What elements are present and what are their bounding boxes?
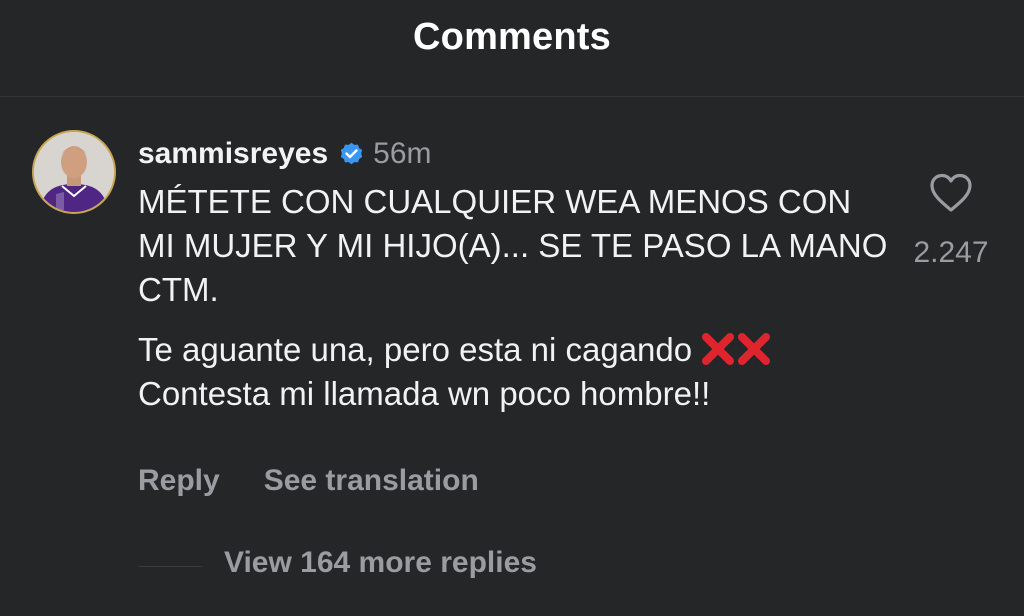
- comment-text: MÉTETE CON CUALQUIER WEA MENOS CON MI MU…: [138, 180, 888, 416]
- comments-header: Comments: [0, 0, 1024, 96]
- comment-timestamp: 56m: [373, 137, 432, 170]
- reply-button[interactable]: Reply: [138, 464, 220, 498]
- comment-text-part-b: Contesta mi llamada wn poco hombre!!: [138, 375, 711, 412]
- heart-outline-icon[interactable]: [928, 172, 974, 214]
- avatar[interactable]: [32, 130, 116, 214]
- cross-mark-icon: [701, 332, 735, 366]
- see-translation-button[interactable]: See translation: [264, 464, 479, 498]
- comment-paragraph-2: Te aguante una, pero esta ni cagando Con…: [138, 328, 888, 416]
- comments-screen: Comments sammisreyes 56m MÉTETE CON CUAL…: [0, 0, 1024, 616]
- like-count: 2.247: [913, 236, 989, 269]
- verified-badge-icon: [338, 141, 365, 168]
- username-link[interactable]: sammisreyes: [138, 137, 328, 171]
- cross-mark-icon: [737, 332, 771, 366]
- replies-divider-line: [138, 566, 202, 567]
- comment-actions: Reply See translation: [138, 464, 523, 498]
- comment-header: sammisreyes 56m: [138, 134, 432, 174]
- comment-paragraph-1: MÉTETE CON CUALQUIER WEA MENOS CON MI MU…: [138, 183, 888, 308]
- comment-text-part-a: Te aguante una, pero esta ni cagando: [138, 331, 693, 368]
- view-more-replies-button[interactable]: View 164 more replies: [224, 546, 537, 580]
- avatar-photo-icon: [34, 132, 114, 212]
- header-divider: [0, 96, 1024, 97]
- page-title: Comments: [413, 16, 611, 58]
